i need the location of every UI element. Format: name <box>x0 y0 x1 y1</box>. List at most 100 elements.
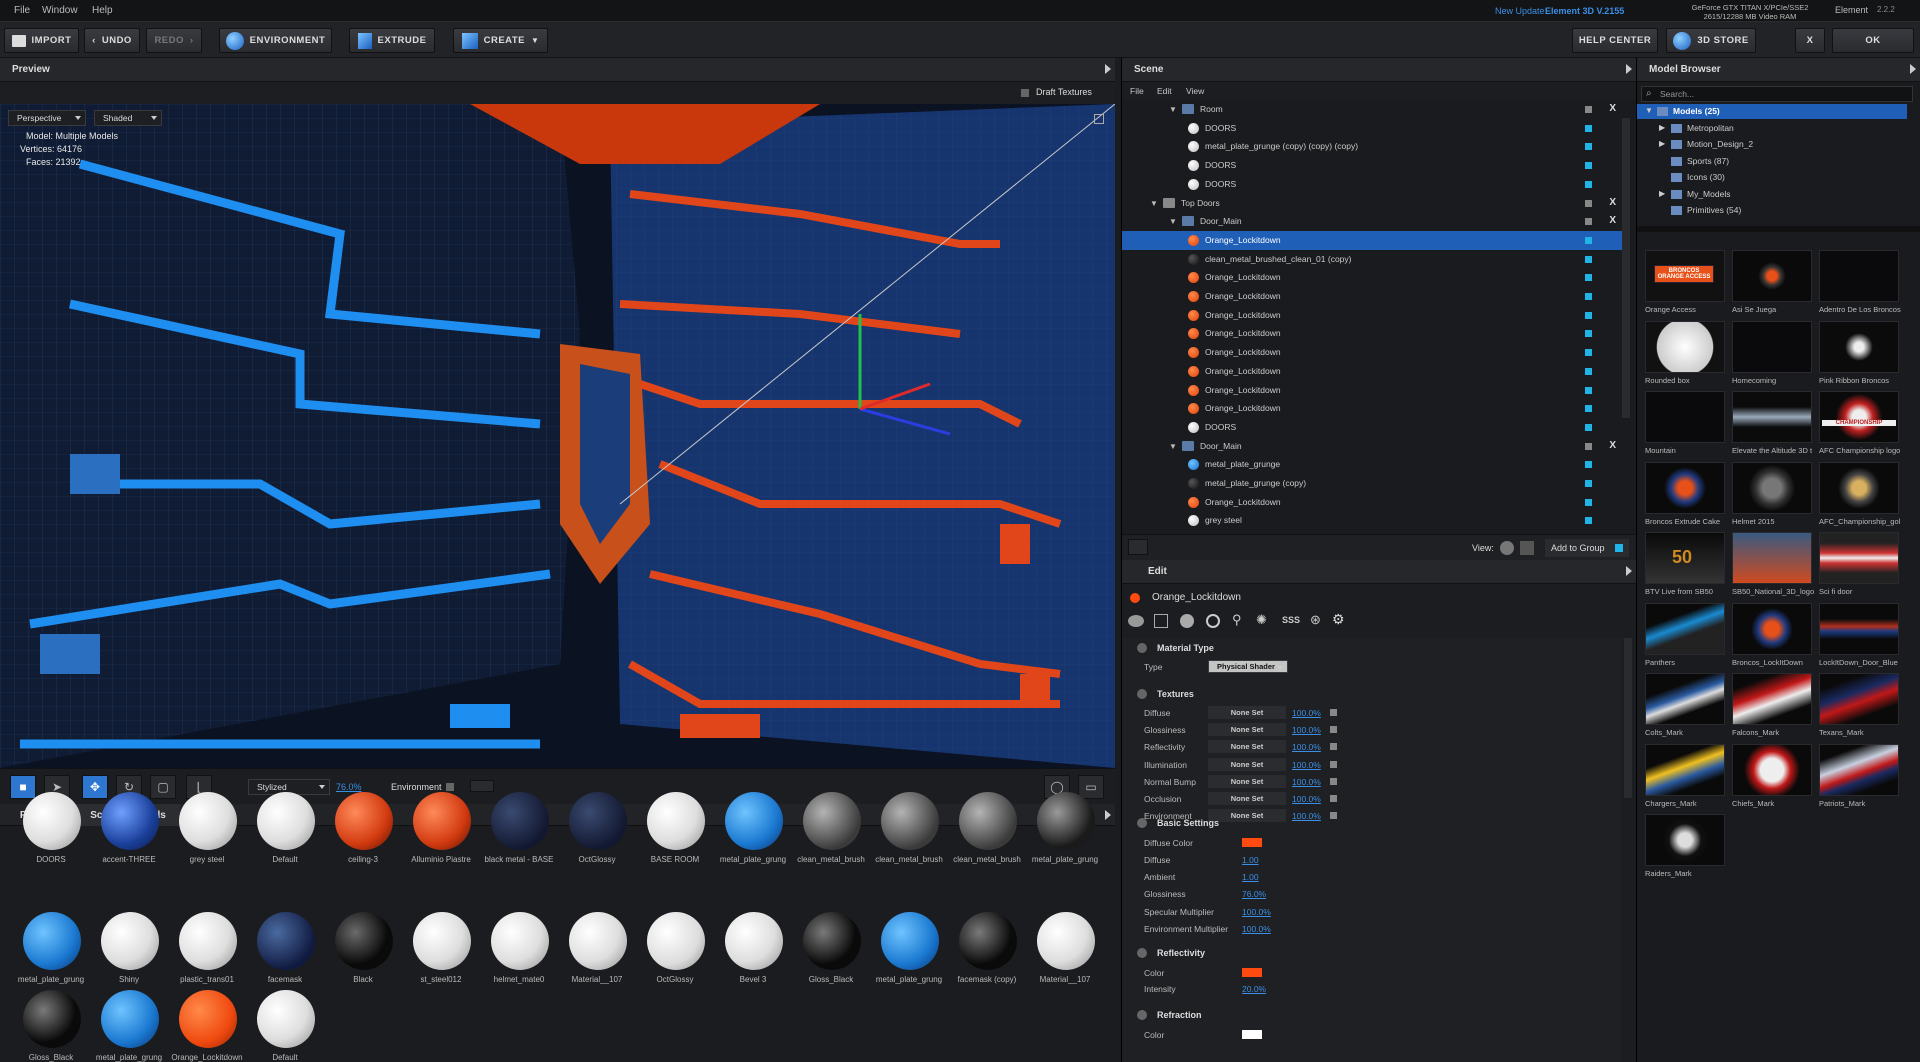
setting-value[interactable]: 1.00 <box>1242 855 1259 865</box>
scene-row[interactable]: Orange_Lockitdown <box>1122 230 1622 250</box>
scene-row[interactable]: Orange_Lockitdown <box>1122 268 1622 287</box>
material-swatch[interactable] <box>179 912 237 970</box>
scene-row[interactable]: grey steel <box>1122 511 1622 528</box>
material-swatch[interactable] <box>413 792 471 850</box>
section-material-type[interactable]: Material Type <box>1122 638 1622 658</box>
material-swatch[interactable] <box>959 912 1017 970</box>
visibility-checkbox[interactable] <box>1585 106 1592 113</box>
reflect-color-swatch[interactable] <box>1242 968 1262 977</box>
visibility-checkbox[interactable] <box>1585 517 1592 525</box>
visibility-checkbox[interactable] <box>1585 423 1592 431</box>
light-icon[interactable]: ✺ <box>1256 612 1267 628</box>
search-input[interactable]: Search... <box>1660 89 1694 99</box>
visibility-checkbox[interactable] <box>1585 311 1592 319</box>
sphere-icon[interactable] <box>1180 614 1194 628</box>
scene-row[interactable]: Orange_Lockitdown <box>1122 324 1622 343</box>
material-swatch[interactable] <box>881 792 939 850</box>
material-swatch[interactable] <box>413 912 471 970</box>
scene-row[interactable]: Orange_Lockitdown <box>1122 399 1622 418</box>
visibility-checkbox[interactable] <box>1585 274 1592 282</box>
expand-arrow-icon[interactable]: ▼ <box>1169 217 1177 226</box>
remove-icon[interactable]: X <box>1609 440 1616 451</box>
material-swatch[interactable] <box>335 792 393 850</box>
texture-strength[interactable]: 100.0% <box>1292 794 1321 804</box>
model-thumbnail[interactable] <box>1645 743 1725 796</box>
model-thumbnail[interactable] <box>1732 532 1812 584</box>
model-thumbnail[interactable] <box>1819 673 1899 725</box>
visibility-checkbox[interactable] <box>1585 143 1592 151</box>
expand-arrow-icon[interactable]: ▼ <box>1645 106 1653 115</box>
material-swatch[interactable] <box>23 990 81 1048</box>
scene-row[interactable]: Orange_Lockitdown <box>1122 381 1622 400</box>
scene-row[interactable]: metal_plate_grunge (copy) <box>1122 474 1622 493</box>
folder-icon[interactable] <box>1128 539 1148 555</box>
material-swatch[interactable] <box>647 912 705 970</box>
extrude-button[interactable]: EXTRUDE <box>349 28 435 53</box>
draft-textures-checkbox[interactable] <box>1021 89 1029 97</box>
model-tree-item[interactable]: Primitives (54) <box>1637 203 1907 218</box>
visibility-checkbox[interactable] <box>1585 405 1592 413</box>
redo-button[interactable]: REDO › <box>146 28 202 53</box>
texture-map-icon[interactable]: ⊛ <box>1310 612 1321 628</box>
material-swatch[interactable] <box>101 912 159 970</box>
texture-slot[interactable]: None Set <box>1208 774 1286 788</box>
visibility-checkbox[interactable] <box>1585 255 1592 263</box>
shader-type-dropdown[interactable]: Physical Shader <box>1208 660 1288 673</box>
display-icon[interactable]: ▭ <box>1078 775 1104 799</box>
texture-slot[interactable]: None Set <box>1208 740 1286 754</box>
remove-icon[interactable]: X <box>1609 215 1616 226</box>
update-prefix[interactable]: New Update: <box>1495 6 1547 16</box>
texture-slot[interactable]: None Set <box>1208 792 1286 805</box>
model-thumbnail[interactable] <box>1645 320 1725 373</box>
camera-icon[interactable]: ■ <box>10 775 36 799</box>
material-swatch[interactable] <box>881 912 939 970</box>
model-thumbnail[interactable] <box>1819 602 1899 655</box>
brush-icon[interactable]: ⚲ <box>1232 612 1242 628</box>
help-center-button[interactable]: HELP CENTER <box>1572 28 1658 53</box>
scene-row[interactable]: ▼ Door_Main X <box>1122 437 1622 456</box>
texture-icon[interactable] <box>1154 614 1168 628</box>
scene-row[interactable]: DOORS <box>1122 156 1622 175</box>
environment-swatch[interactable] <box>470 780 494 792</box>
edit-scrollbar[interactable] <box>1624 638 1632 798</box>
expand-arrow-icon[interactable]: ▼ <box>1150 199 1158 208</box>
model-thumbnail[interactable] <box>1732 602 1812 655</box>
3d-viewport[interactable]: Perspective Shaded Model: Multiple Model… <box>0 104 1115 768</box>
expand-arrow-icon[interactable]: ▼ <box>1169 442 1177 451</box>
material-swatch[interactable] <box>569 912 627 970</box>
scene-row[interactable]: ▼ Top Doors X <box>1122 194 1622 213</box>
material-swatch[interactable] <box>23 792 81 850</box>
model-thumbnail[interactable] <box>1732 250 1812 302</box>
reflect-icon[interactable] <box>1206 614 1220 628</box>
visibility-checkbox[interactable] <box>1585 236 1592 244</box>
scene-row[interactable]: DOORS <box>1122 119 1622 138</box>
section-reflectivity[interactable]: Reflectivity <box>1122 943 1622 963</box>
undo-button[interactable]: ‹ UNDO <box>84 28 140 53</box>
scene-row[interactable]: Orange_Lockitdown <box>1122 343 1622 362</box>
texture-strength[interactable]: 100.0% <box>1292 725 1321 735</box>
material-swatch[interactable] <box>569 792 627 850</box>
model-thumbnail[interactable] <box>1819 532 1899 584</box>
remove-icon[interactable]: X <box>1609 197 1616 208</box>
material-swatch[interactable] <box>647 792 705 850</box>
model-thumbnail[interactable] <box>1732 743 1812 796</box>
model-tree-item[interactable]: Icons (30) <box>1637 170 1907 185</box>
material-swatch[interactable] <box>257 792 315 850</box>
diffuse-color-swatch[interactable] <box>1242 838 1262 847</box>
view-grid-icon[interactable] <box>1520 541 1534 555</box>
model-thumbnail[interactable] <box>1645 602 1725 655</box>
material-swatch[interactable] <box>23 912 81 970</box>
texture-toggle[interactable] <box>1330 777 1337 785</box>
model-thumbnail[interactable] <box>1819 743 1899 796</box>
environment-checkbox[interactable] <box>446 783 454 791</box>
visibility-checkbox[interactable] <box>1585 461 1592 469</box>
model-thumbnail[interactable] <box>1819 320 1899 373</box>
scene-row[interactable]: ▼ Door_Main X <box>1122 212 1622 231</box>
scene-row[interactable]: DOORS <box>1122 175 1622 194</box>
refract-color-swatch[interactable] <box>1242 1030 1262 1039</box>
texture-toggle[interactable] <box>1330 760 1337 768</box>
environment-button[interactable]: ENVIRONMENT <box>219 28 332 53</box>
menu-file[interactable]: File <box>14 5 30 16</box>
material-swatch[interactable] <box>803 792 861 850</box>
texture-slot[interactable]: None Set <box>1208 757 1286 771</box>
